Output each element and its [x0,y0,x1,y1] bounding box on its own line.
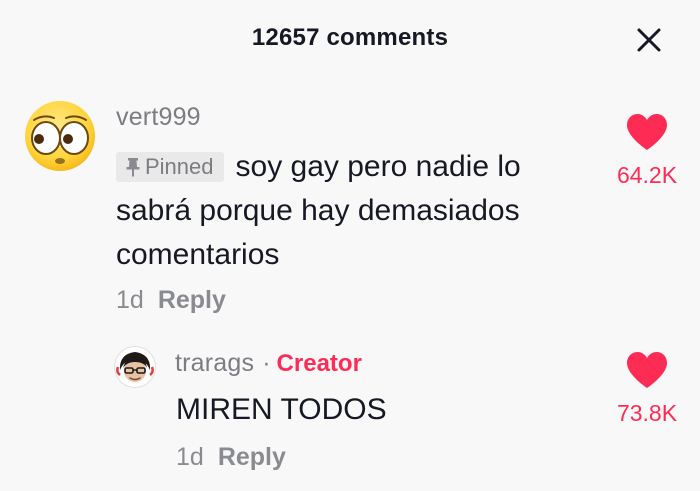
comment-time: 1d [116,286,144,314]
close-icon[interactable] [633,24,665,56]
pinned-badge: Pinned [116,152,224,182]
creator-badge: Creator [276,350,362,377]
separator-dot: · [262,349,271,377]
reply-meta: 1d Reply [176,443,286,472]
comments-count-title: 12657 comments [251,24,449,51]
reply-time: 1d [176,443,204,471]
heart-icon[interactable] [625,350,669,390]
comment-meta: 1d Reply [116,286,226,315]
eyes-emoji-avatar-icon[interactable] [24,100,96,172]
reply-button[interactable]: Reply [158,286,226,315]
reply-author-row: trarags · Creator [175,349,362,378]
like-count: 73.8K [616,400,678,426]
pin-icon [126,158,140,177]
close-button[interactable] [633,24,665,56]
like-button[interactable]: 64.2K [597,112,697,189]
reply-button[interactable]: Reply [218,443,286,472]
avatar[interactable] [114,346,156,388]
comment-text: Pinned soy gay pero nadie lo sabrá porque… [116,145,586,277]
reply-text: MIREN TODOS [176,393,387,426]
heart-icon[interactable] [625,112,669,152]
reply-username[interactable]: trarags [175,349,254,378]
like-button[interactable]: 73.8K [597,350,697,427]
creator-avatar-icon[interactable] [114,346,156,388]
like-count: 64.2K [616,162,678,188]
pinned-label: Pinned [145,154,214,179]
comment-username[interactable]: vert999 [116,103,201,132]
avatar[interactable] [24,100,96,172]
